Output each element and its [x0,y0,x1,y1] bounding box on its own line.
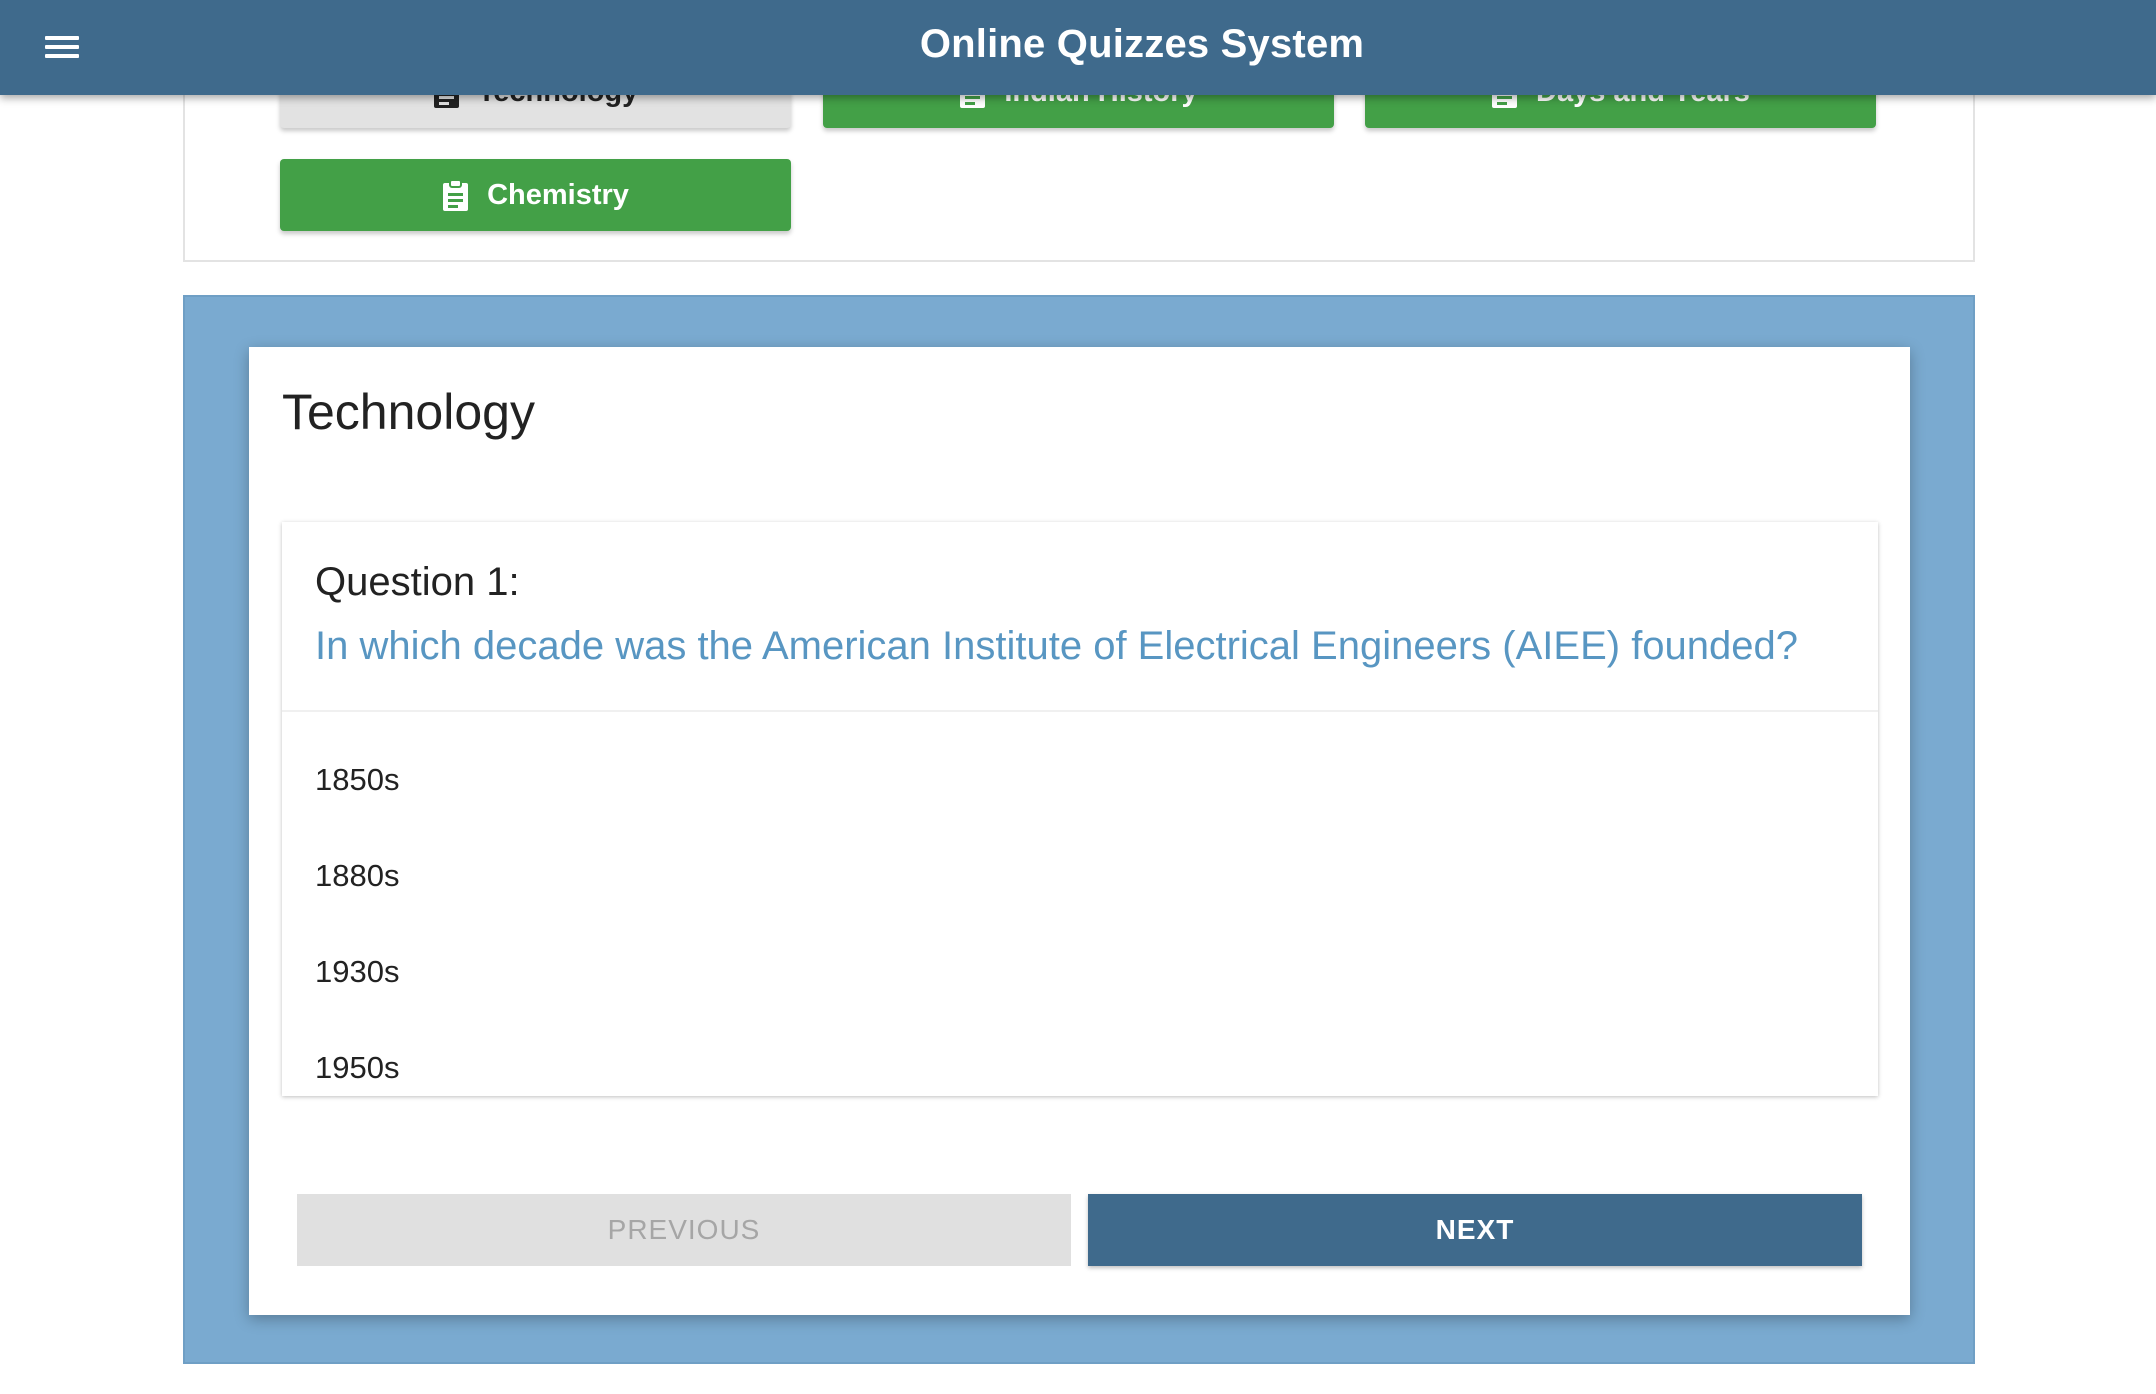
question-card: Question 1: In which decade was the Amer… [282,522,1878,1096]
quiz-title: Technology [282,384,535,440]
clipboard-icon [442,178,469,212]
answer-option[interactable]: 1850s [315,762,399,798]
category-button-chemistry[interactable]: Chemistry [280,159,791,231]
answer-option[interactable]: 1880s [315,858,399,894]
question-number: Question 1: [315,560,520,604]
app-title: Online Quizzes System [919,22,1365,66]
quiz-page: Technology Indian History Days and Years… [0,0,2156,1394]
next-button[interactable]: NEXT [1088,1194,1862,1266]
quiz-section: Technology Question 1: In which decade w… [183,295,1975,1364]
question-header: Question 1: In which decade was the Amer… [282,522,1878,712]
question-text: In which decade was the American Institu… [315,624,1799,668]
answer-option[interactable]: 1950s [315,1050,399,1086]
app-bar: Online Quizzes System [0,0,2156,95]
category-label: Chemistry [487,178,629,211]
answer-option[interactable]: 1930s [315,954,399,990]
previous-button[interactable]: PREVIOUS [297,1194,1071,1266]
quiz-card: Technology Question 1: In which decade w… [249,347,1910,1315]
